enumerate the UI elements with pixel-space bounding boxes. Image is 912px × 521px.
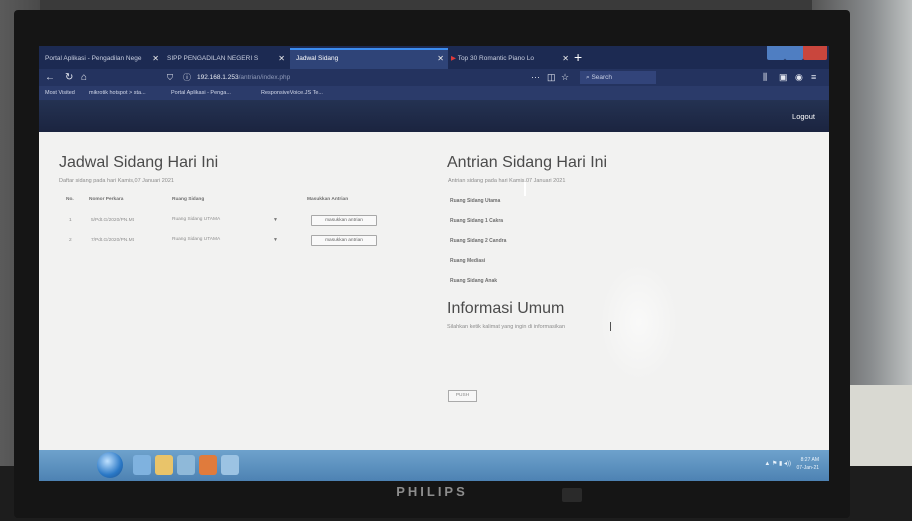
reload-icon[interactable]: ↻: [65, 71, 73, 84]
window-controls: [765, 46, 829, 63]
browser-nav-bar: ← ↻ ⌂ ⛉ ⓘ 192.168.1.253/antrian/index.ph…: [39, 69, 829, 86]
antrian-title: Antrian Sidang Hari Ini: [447, 154, 608, 171]
close-tab-icon[interactable]: ✕: [437, 50, 444, 67]
informasi-title: Informasi Umum: [447, 300, 565, 317]
search-placeholder: Search: [591, 74, 613, 81]
new-tab-icon[interactable]: +: [574, 48, 582, 66]
close-tab-icon[interactable]: ✕: [152, 50, 159, 67]
bookmarks-toolbar: Most Visited mikrotik hotspot > sta... P…: [39, 86, 829, 100]
room-link-cakra[interactable]: Ruang Sidang 1 Cakra: [450, 218, 503, 224]
select-value: Ruang Sidang UTAMA: [172, 217, 221, 222]
ruang-sidang-select[interactable]: Ruang Sidang UTAMA ▼: [172, 235, 284, 245]
library-icon[interactable]: ⫼: [763, 71, 767, 84]
minimize-icon[interactable]: [767, 46, 785, 60]
youtube-icon: ▶: [451, 55, 458, 62]
media-icon[interactable]: [177, 455, 195, 475]
back-icon[interactable]: ←: [45, 71, 55, 84]
url-host: 192.168.1.253: [197, 74, 239, 81]
row-number: 1: [69, 218, 72, 223]
screen: Portal Aplikasi - Pengadilan Nege ✕ SIPP …: [39, 46, 829, 481]
start-button[interactable]: [97, 452, 123, 478]
menu-icon[interactable]: ≡: [811, 71, 816, 84]
site-header: Logout: [39, 100, 829, 132]
informasi-input[interactable]: Silahkan ketik kalimat yang ingin di inf…: [447, 324, 565, 330]
tab-jadwal-sidang[interactable]: Jadwal Sidang ✕: [290, 48, 448, 71]
home-icon[interactable]: ⌂: [81, 71, 87, 84]
row-nomor-perkara: 5/Pdt.G/2020/PN.Mt: [91, 218, 134, 223]
url-path: /antrian/index.php: [238, 74, 291, 81]
pocket-icon[interactable]: ◫: [547, 71, 556, 84]
room-link-utama[interactable]: Ruang Sidang Utama: [450, 198, 500, 204]
clock-date: 07-Jan-21: [796, 465, 819, 471]
col-header-no: No.: [66, 197, 74, 202]
sidebar-icon[interactable]: ▣: [779, 71, 788, 84]
jadwal-title: Jadwal Sidang Hari Ini: [59, 154, 219, 171]
screen-glare: [599, 262, 679, 382]
power-button[interactable]: [562, 488, 582, 502]
tab-label: Portal Aplikasi - Pengadilan Nege: [45, 55, 142, 62]
clock[interactable]: 8:27 AM 07-Jan-21: [796, 456, 819, 472]
antrian-subtitle: Antrian sidang pada hari Kamis,07 Januar…: [448, 178, 566, 184]
chrome-icon[interactable]: [221, 455, 239, 475]
room-link-candra[interactable]: Ruang Sidang 2 Candra: [450, 238, 506, 244]
room-link-mediasi[interactable]: Ruang Mediasi: [450, 258, 485, 264]
bookmark-most-visited[interactable]: Most Visited: [45, 87, 75, 99]
select-value: Ruang Sidang UTAMA: [172, 237, 221, 242]
col-header-nomor-perkara: Nomor Perkara: [89, 197, 124, 202]
row-nomor-perkara: 7/Pdt.G/2020/PN.Mt: [91, 238, 134, 243]
bookmark-mikrotik[interactable]: mikrotik hotspot > sta...: [89, 87, 146, 99]
row-number: 2: [69, 238, 72, 243]
account-icon[interactable]: ◉: [795, 71, 803, 84]
push-button[interactable]: PUSH: [448, 390, 477, 402]
col-header-masukkan-antrian: Masukkan Antrian: [307, 197, 349, 202]
ie-icon[interactable]: [133, 455, 151, 475]
masukkan-antrian-button[interactable]: masukkan antrian: [311, 235, 377, 246]
ruang-sidang-select[interactable]: Ruang Sidang UTAMA ▼: [172, 215, 284, 225]
tab-top-30-piano[interactable]: ▶ Top 30 Romantic Piano Lo ✕: [445, 50, 573, 67]
tab-label: Top 30 Romantic Piano Lo: [457, 55, 534, 62]
mouse-cursor: [524, 182, 526, 196]
bookmark-responsivevoice[interactable]: ResponsiveVoice.JS Te...: [261, 87, 323, 99]
bookmark-star-icon[interactable]: ☆: [561, 71, 569, 84]
browser-tab-bar: Portal Aplikasi - Pengadilan Nege ✕ SIPP …: [39, 46, 829, 71]
monitor-bezel: PHILIPS Portal Aplikasi - Pengadilan Neg…: [14, 10, 850, 518]
tab-label: Jadwal Sidang: [296, 55, 339, 62]
chevron-down-icon: ▼: [273, 217, 278, 223]
logout-link[interactable]: Logout: [792, 112, 815, 121]
page-actions-icon[interactable]: ···: [531, 71, 540, 84]
url-bar[interactable]: 192.168.1.253/antrian/index.php: [197, 72, 290, 83]
room-link-anak[interactable]: Ruang Sidang Anak: [450, 278, 497, 284]
tab-portal-aplikasi[interactable]: Portal Aplikasi - Pengadilan Nege ✕: [39, 50, 163, 67]
bookmark-portal-aplikasi[interactable]: Portal Aplikasi - Penga...: [171, 87, 231, 99]
chevron-down-icon: ▼: [273, 237, 278, 243]
shield-icon: ⛉: [167, 73, 173, 82]
windows-taskbar: ▲ ⚑ ▮ ◂)) 8:27 AM 07-Jan-21: [39, 450, 829, 481]
tab-sipp[interactable]: SIPP PENGADILAN NEGERI S ✕: [161, 50, 289, 67]
folder-icon[interactable]: [155, 455, 173, 475]
page-content: Jadwal Sidang Hari Ini Daftar sidang pad…: [39, 132, 829, 450]
system-tray[interactable]: ▲ ⚑ ▮ ◂)): [764, 460, 791, 467]
close-tab-icon[interactable]: ✕: [278, 50, 285, 67]
close-window-icon[interactable]: [803, 46, 827, 60]
text-cursor: [610, 322, 611, 331]
masukkan-antrian-button[interactable]: masukkan antrian: [311, 215, 377, 226]
clock-time: 8:27 AM: [800, 457, 819, 463]
tab-label: SIPP PENGADILAN NEGERI S: [167, 55, 259, 62]
close-tab-icon[interactable]: ✕: [562, 50, 569, 67]
maximize-icon[interactable]: [785, 46, 803, 60]
info-icon[interactable]: ⓘ: [183, 71, 191, 84]
search-input[interactable]: ⌕ Search: [580, 71, 656, 84]
monitor-brand: PHILIPS: [396, 484, 468, 499]
col-header-ruang-sidang: Ruang Sidang: [172, 197, 205, 202]
jadwal-subtitle: Daftar sidang pada hari Kamis,07 Januari…: [59, 178, 174, 184]
firefox-icon[interactable]: [199, 455, 217, 475]
